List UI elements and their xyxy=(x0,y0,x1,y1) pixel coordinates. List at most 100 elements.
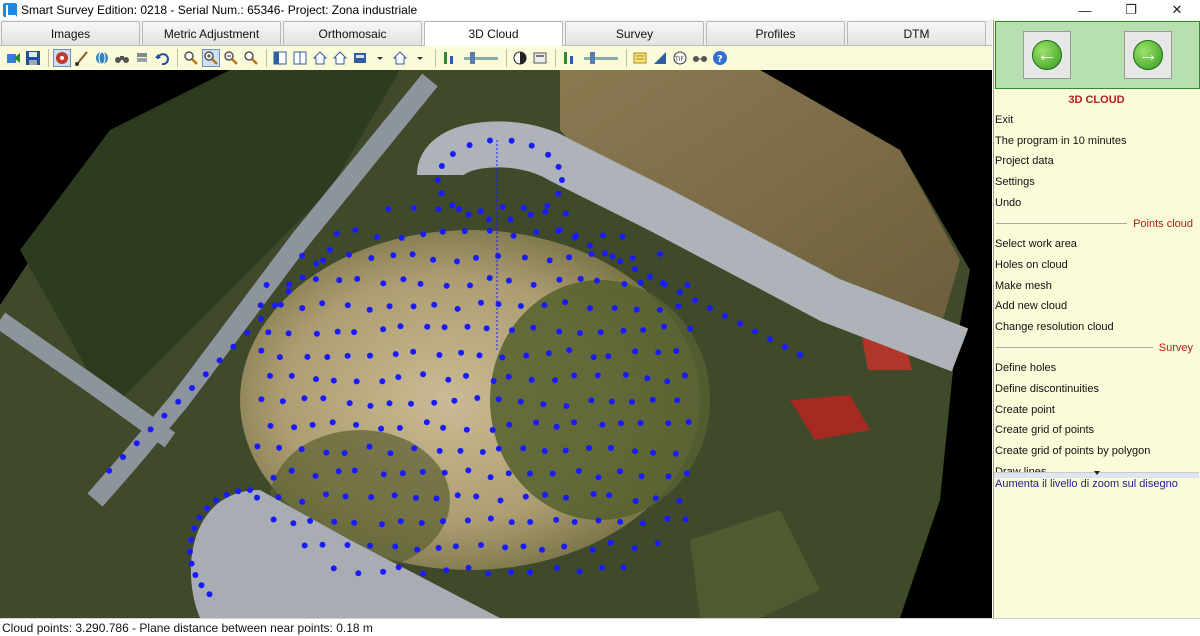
survey-point[interactable] xyxy=(410,205,417,211)
survey-point[interactable] xyxy=(637,279,644,286)
undo-icon[interactable] xyxy=(153,49,171,67)
survey-point[interactable] xyxy=(435,206,442,213)
survey-point[interactable] xyxy=(454,305,461,312)
survey-point[interactable] xyxy=(352,227,359,233)
survey-point[interactable] xyxy=(650,449,656,456)
survey-point[interactable] xyxy=(265,329,272,336)
survey-point[interactable] xyxy=(387,450,394,457)
survey-point[interactable] xyxy=(485,216,492,223)
survey-point[interactable] xyxy=(267,372,273,379)
survey-point[interactable] xyxy=(395,564,402,571)
survey-point[interactable] xyxy=(424,323,431,330)
survey-point[interactable] xyxy=(299,274,306,281)
survey-point[interactable] xyxy=(433,495,440,502)
survey-point[interactable] xyxy=(254,443,261,450)
survey-point[interactable] xyxy=(629,398,635,405)
survey-point[interactable] xyxy=(590,354,597,361)
survey-point[interactable] xyxy=(505,373,512,380)
menu-item-program-10-minutes[interactable]: The program in 10 minutes xyxy=(994,131,1199,152)
survey-point[interactable] xyxy=(490,378,497,384)
survey-point[interactable] xyxy=(436,447,443,454)
menu-item-add-new-cloud[interactable]: Add new cloud xyxy=(994,296,1199,317)
survey-point[interactable] xyxy=(464,517,471,524)
survey-point[interactable] xyxy=(487,474,494,481)
survey-point[interactable] xyxy=(320,395,327,402)
survey-point[interactable] xyxy=(378,425,385,432)
survey-point[interactable] xyxy=(379,378,386,385)
survey-point[interactable] xyxy=(486,275,493,281)
menu-item-define-holes[interactable]: Define holes xyxy=(994,358,1199,379)
minimize-button[interactable]: — xyxy=(1062,0,1108,20)
survey-point[interactable] xyxy=(684,282,691,289)
survey-point[interactable] xyxy=(454,258,460,265)
survey-point[interactable] xyxy=(517,398,524,405)
survey-point[interactable] xyxy=(672,450,679,457)
survey-point[interactable] xyxy=(588,251,595,258)
survey-point[interactable] xyxy=(595,474,602,481)
survey-point[interactable] xyxy=(495,445,502,452)
survey-point[interactable] xyxy=(397,518,404,525)
survey-point[interactable] xyxy=(400,276,407,283)
survey-point[interactable] xyxy=(175,398,182,405)
survey-point[interactable] xyxy=(656,251,663,257)
survey-point[interactable] xyxy=(682,516,689,523)
help-icon[interactable]: ? xyxy=(711,49,729,67)
survey-point[interactable] xyxy=(374,234,380,241)
survey-point[interactable] xyxy=(622,371,629,378)
survey-point[interactable] xyxy=(351,467,358,474)
survey-point[interactable] xyxy=(313,330,320,337)
survey-point[interactable] xyxy=(509,327,515,334)
survey-point[interactable] xyxy=(477,208,484,215)
survey-point[interactable] xyxy=(213,497,220,504)
survey-point[interactable] xyxy=(586,445,593,451)
survey-point[interactable] xyxy=(576,568,583,575)
survey-point[interactable] xyxy=(562,299,569,306)
survey-point[interactable] xyxy=(632,498,639,504)
survey-point[interactable] xyxy=(331,518,338,525)
survey-point[interactable] xyxy=(263,282,270,288)
survey-point[interactable] xyxy=(692,297,698,304)
survey-point[interactable] xyxy=(527,569,534,576)
survey-point[interactable] xyxy=(528,142,535,149)
survey-point[interactable] xyxy=(354,275,361,282)
survey-point[interactable] xyxy=(665,473,672,480)
survey-point[interactable] xyxy=(380,280,387,287)
survey-point[interactable] xyxy=(608,398,615,405)
survey-point[interactable] xyxy=(522,493,529,500)
survey-point[interactable] xyxy=(655,349,662,356)
survey-point[interactable] xyxy=(380,326,387,333)
survey-point[interactable] xyxy=(191,525,198,532)
survey-point[interactable] xyxy=(563,403,570,409)
survey-point[interactable] xyxy=(571,372,578,379)
survey-point[interactable] xyxy=(366,306,373,313)
survey-point[interactable] xyxy=(555,163,562,170)
survey-point[interactable] xyxy=(607,445,614,451)
survey-point[interactable] xyxy=(485,570,492,577)
survey-point[interactable] xyxy=(644,375,651,382)
survey-point[interactable] xyxy=(606,492,613,499)
survey-point[interactable] xyxy=(476,352,483,359)
survey-point[interactable] xyxy=(683,470,690,477)
survey-point[interactable] xyxy=(577,330,583,336)
survey-point[interactable] xyxy=(276,354,283,361)
survey-point[interactable] xyxy=(431,301,438,308)
survey-point[interactable] xyxy=(399,470,406,477)
survey-point[interactable] xyxy=(487,137,493,144)
menu-item-holes-on-cloud[interactable]: Holes on cloud xyxy=(994,255,1199,276)
notes-icon[interactable] xyxy=(631,49,649,67)
survey-point[interactable] xyxy=(188,560,195,567)
survey-point[interactable] xyxy=(458,349,465,356)
survey-point[interactable] xyxy=(620,327,627,334)
menu-item-define-discontinuities[interactable]: Define discontinuities xyxy=(994,379,1199,400)
survey-point[interactable] xyxy=(392,543,399,550)
survey-point[interactable] xyxy=(313,260,320,267)
survey-point[interactable] xyxy=(571,519,578,525)
survey-point[interactable] xyxy=(417,280,424,287)
survey-point[interactable] xyxy=(707,305,713,311)
survey-point[interactable] xyxy=(640,327,647,333)
survey-point[interactable] xyxy=(419,468,426,475)
survey-point[interactable] xyxy=(571,419,578,426)
survey-point[interactable] xyxy=(611,305,618,311)
survey-point[interactable] xyxy=(187,548,193,555)
binoculars-icon[interactable] xyxy=(113,49,131,67)
